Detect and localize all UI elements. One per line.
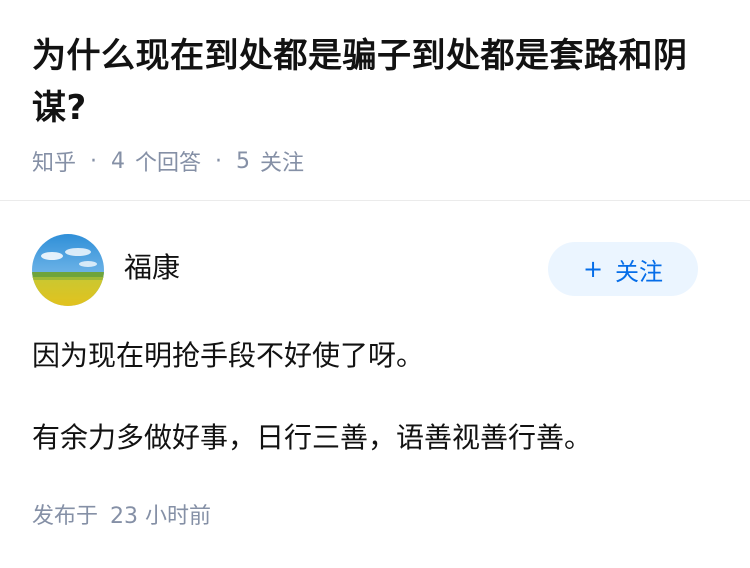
landscape-avatar-icon[interactable] xyxy=(32,234,104,306)
author-row: 福康 + 关注 xyxy=(32,234,698,306)
meta-separator: · xyxy=(90,148,98,174)
avatar-image xyxy=(32,234,104,306)
published-time: 23 小时前 xyxy=(110,504,212,529)
answers-label[interactable]: 个回答 xyxy=(135,145,201,177)
author-name[interactable]: 福康 xyxy=(124,250,180,286)
answer-body[interactable]: 因为现在明抢手段不好使了呀。 有余力多做好事，日行三善，语善视善行善。 xyxy=(32,336,722,458)
published-label: 发布于 xyxy=(32,504,99,529)
follow-button[interactable]: + 关注 xyxy=(548,242,698,296)
question-title[interactable]: 为什么现在到处都是骗子到处都是套路和阴谋? xyxy=(32,30,722,134)
follows-count: 5 xyxy=(236,148,251,174)
meta-separator: · xyxy=(215,148,223,174)
plus-icon: + xyxy=(582,255,604,283)
answer-paragraph: 因为现在明抢手段不好使了呀。 xyxy=(32,339,425,372)
question-meta: 知乎 · 4 个回答 · 5 关注 xyxy=(32,144,304,178)
answers-count: 4 xyxy=(111,148,126,174)
question-header: 为什么现在到处都是骗子到处都是套路和阴谋? xyxy=(32,30,722,134)
follows-label: 关注 xyxy=(260,151,305,176)
source-label[interactable]: 知乎 xyxy=(32,145,76,177)
answer-paragraph: 有余力多做好事，日行三善，语善视善行善。 xyxy=(32,421,593,454)
answer-publish-time: 发布于 23 小时前 xyxy=(32,500,211,534)
section-divider xyxy=(0,200,750,201)
follow-button-label: 关注 xyxy=(615,257,664,286)
